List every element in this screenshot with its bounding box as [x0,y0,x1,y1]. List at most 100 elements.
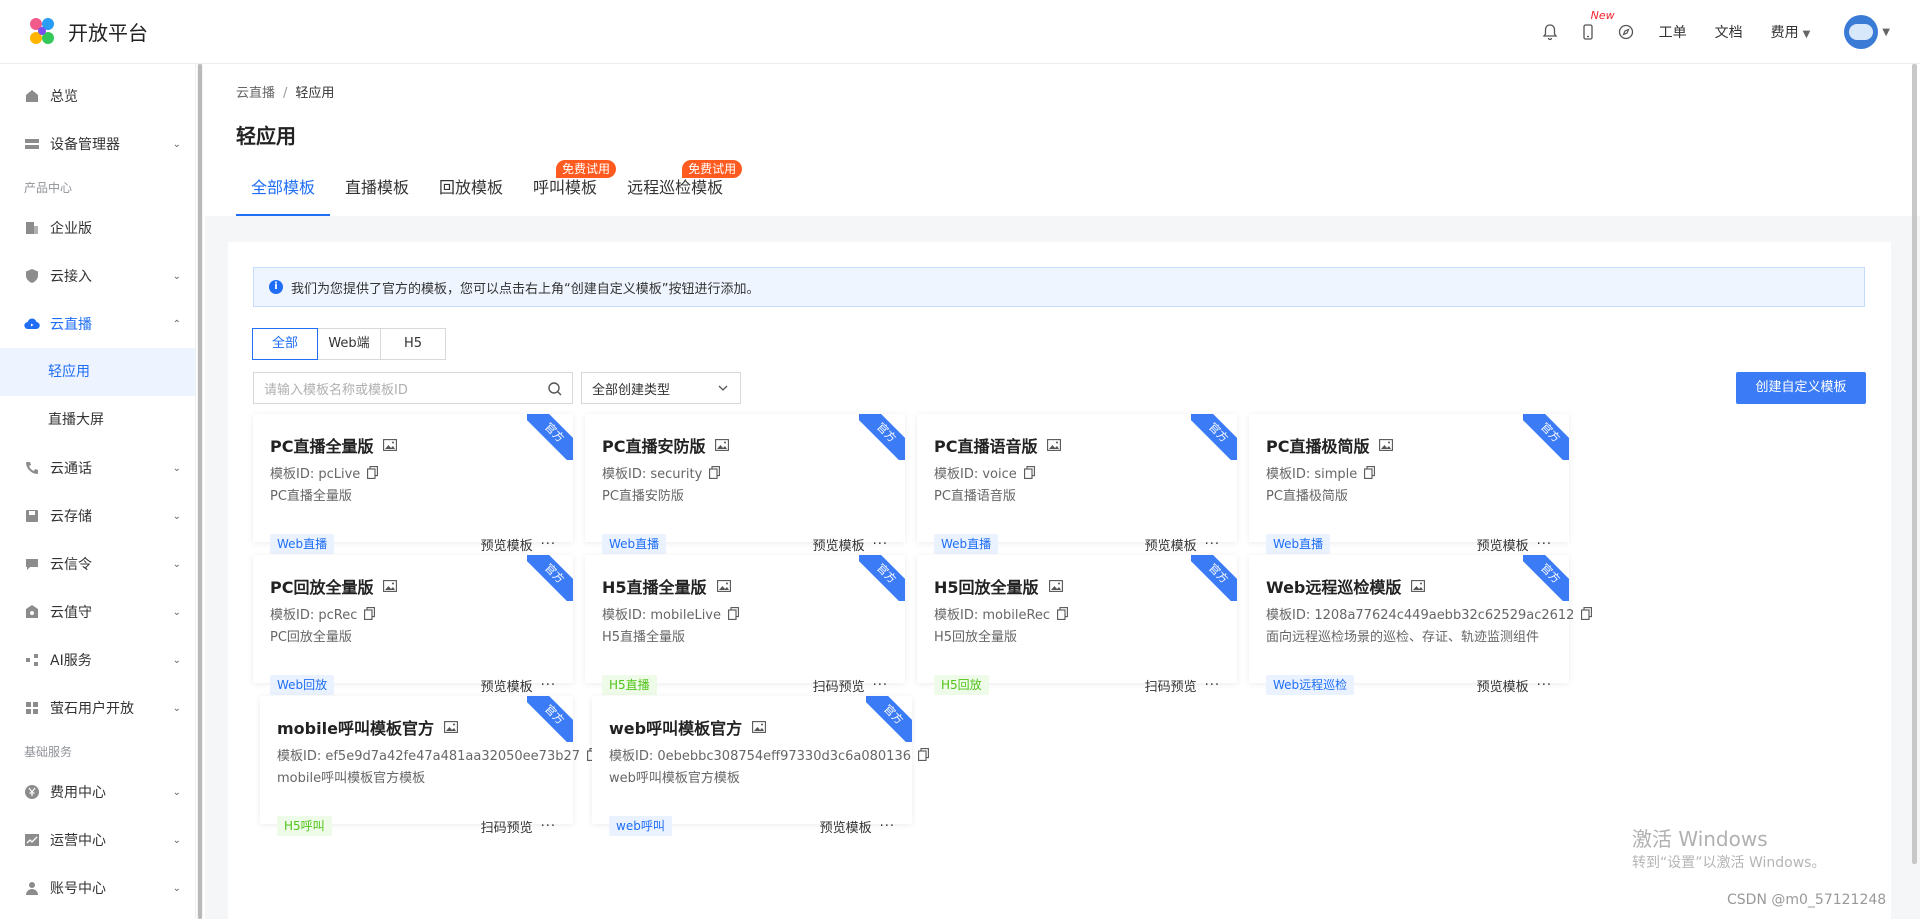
create-template-button[interactable]: 创建自定义模板 [1736,372,1866,404]
template-tab[interactable]: 回放模板 [424,168,518,216]
card-title: web呼叫模板官方 [609,715,767,739]
more-icon[interactable]: ··· [1205,537,1220,552]
copy-icon[interactable] [1581,607,1593,620]
ticket-link[interactable]: 工单 [1659,22,1687,42]
segment-option[interactable]: Web端 [317,328,381,360]
sidebar-item[interactable]: 云直播 ⌃ [0,300,195,348]
search-icon[interactable] [547,381,563,397]
image-icon[interactable] [1379,439,1394,451]
more-icon[interactable]: ··· [1205,678,1220,693]
mobile-icon[interactable]: New [1579,9,1615,41]
docs-link[interactable]: 文档 [1715,22,1743,42]
image-icon[interactable] [1047,439,1062,451]
fee-menu[interactable]: 费用 ▼ [1771,22,1811,42]
preview-button[interactable]: 预览模板 [1145,535,1197,554]
segment-option[interactable]: H5 [380,328,446,360]
copy-icon[interactable] [728,607,739,620]
more-icon[interactable]: ··· [1537,678,1552,693]
template-tab[interactable]: 呼叫模板 免费试用 [518,160,617,216]
template-card[interactable]: 官方 web呼叫模板官方 模板ID: 0ebebbc308754eff97330d3… [592,696,929,836]
avatar[interactable] [1844,15,1879,49]
sidebar-item[interactable]: 设备管理器 ⌄ [0,120,195,168]
more-icon[interactable]: ··· [541,537,556,552]
template-card[interactable]: 官方 mobile呼叫模板官方 模板ID: ef5e9d7a42fe47a481aa… [260,696,598,836]
template-card[interactable]: 官方 PC直播语音版 模板ID: voice PC直播语音版 Web直播 预览模板 ··· [917,414,1237,554]
preview-button[interactable]: 预览模板 [1477,676,1529,695]
sidebar-item[interactable]: 云通话 ⌄ [0,444,195,492]
sidebar-item[interactable]: 云值守 ⌄ [0,588,195,636]
image-icon[interactable] [383,439,398,451]
copy-icon[interactable] [918,748,929,761]
chevron-down-icon: ⌄ [172,834,181,846]
card-tag: Web远程巡检 [1266,675,1355,695]
compass-icon[interactable] [1617,23,1635,41]
copy-icon[interactable] [1057,607,1068,620]
avatar-caret-icon[interactable]: ▼ [1882,27,1890,38]
sidebar-scrollbar[interactable] [198,64,202,919]
image-icon[interactable] [716,580,731,592]
copy-icon[interactable] [367,466,379,479]
bell-icon[interactable] [1541,23,1559,41]
sidebar-subitem[interactable]: 直播大屏 [0,396,195,444]
sidebar-item-label: 费用中心 [50,785,106,801]
preview-button[interactable]: 扫码预览 [1145,676,1197,695]
preview-button[interactable]: 预览模板 [1477,535,1529,554]
more-icon[interactable]: ··· [873,678,888,693]
template-card[interactable]: 官方 Web远程巡检模版 模板ID: 1208a77624c449aebb32c62… [1249,555,1593,695]
preview-button[interactable]: 预览模板 [481,535,533,554]
sidebar-item[interactable]: 云接入 ⌄ [0,252,195,300]
template-tab[interactable]: 直播模板 [330,168,424,216]
copy-icon[interactable] [1364,466,1376,479]
sidebar-item[interactable]: 运营中心 ⌄ [0,816,195,864]
copy-icon[interactable] [709,466,721,479]
preview-button[interactable]: 预览模板 [820,817,872,836]
more-icon[interactable]: ··· [873,537,888,552]
image-icon[interactable] [715,439,730,451]
search-input[interactable]: 请输入模板名称或模板ID [253,372,573,404]
official-ribbon-label: 官方 [859,414,905,460]
template-card[interactable]: 官方 PC直播全量版 模板ID: pcLive PC直播全量版 Web直播 预览模板 ··· [253,414,573,554]
template-card[interactable]: 官方 H5回放全量版 模板ID: mobileRec H5回放全量版 H5回放 扫码预览 ·… [917,555,1237,695]
template-tab[interactable]: 远程巡检模板 免费试用 [612,160,743,216]
more-icon[interactable]: ··· [541,678,556,693]
preview-button[interactable]: 预览模板 [481,676,533,695]
page-scrollbar[interactable] [1912,64,1917,864]
template-card[interactable]: 官方 PC直播安防版 模板ID: security PC直播安防版 Web直播 预览模板 ·… [585,414,905,554]
image-icon[interactable] [752,721,767,733]
sidebar-item[interactable]: 费用中心 ⌄ [0,768,195,816]
template-card[interactable]: 官方 H5直播全量版 模板ID: mobileLive H5直播全量版 H5直播 扫码预览… [585,555,905,695]
sidebar-item[interactable]: 企业版 [0,204,195,252]
sidebar-item[interactable]: 云存储 ⌄ [0,492,195,540]
card-title-text: mobile呼叫模板官方 [277,719,434,738]
card-id-text: 模板ID: ef5e9d7a42fe47a481aa32050ee73b27 [277,749,581,764]
preview-button[interactable]: 扫码预览 [813,676,865,695]
more-icon[interactable]: ··· [1537,537,1552,552]
copy-icon[interactable] [364,607,376,620]
sidebar-item-label: 账号中心 [50,881,106,897]
copy-icon[interactable] [1023,466,1035,479]
sidebar-item[interactable]: 萤石用户开放 ⌄ [0,684,195,732]
segment-option[interactable]: 全部 [252,328,318,360]
sidebar-item[interactable]: 云信令 ⌄ [0,540,195,588]
card-title-text: web呼叫模板官方 [609,719,743,738]
more-icon[interactable]: ··· [541,819,556,834]
template-card[interactable]: 官方 PC回放全量版 模板ID: pcRec PC回放全量版 Web回放 预览模板 ··· [253,555,573,695]
breadcrumb-parent[interactable]: 云直播 [236,86,275,101]
sidebar-subitem[interactable]: 轻应用 [0,348,195,396]
sidebar-item[interactable]: 账号中心 ⌄ [0,864,195,912]
template-card[interactable]: 官方 PC直播极简版 模板ID: simple PC直播极简版 Web直播 预览模板 ··· [1249,414,1569,554]
preview-button[interactable]: 预览模板 [813,535,865,554]
template-tab[interactable]: 全部模板 [236,168,331,216]
image-icon[interactable] [383,580,398,592]
image-icon[interactable] [444,721,458,733]
sidebar-item[interactable]: AI服务 ⌄ [0,636,195,684]
more-icon[interactable]: ··· [880,819,895,834]
preview-button[interactable]: 扫码预览 [481,817,533,836]
chevron-down-icon: ⌄ [172,606,181,618]
card-id: 模板ID: voice [934,463,1035,482]
image-icon[interactable] [1048,580,1063,592]
sidebar-item[interactable]: 总览 [0,72,195,120]
logo[interactable]: 开放平台 [24,14,148,50]
image-icon[interactable] [1411,580,1426,592]
create-type-select[interactable]: 全部创建类型 [581,372,741,404]
